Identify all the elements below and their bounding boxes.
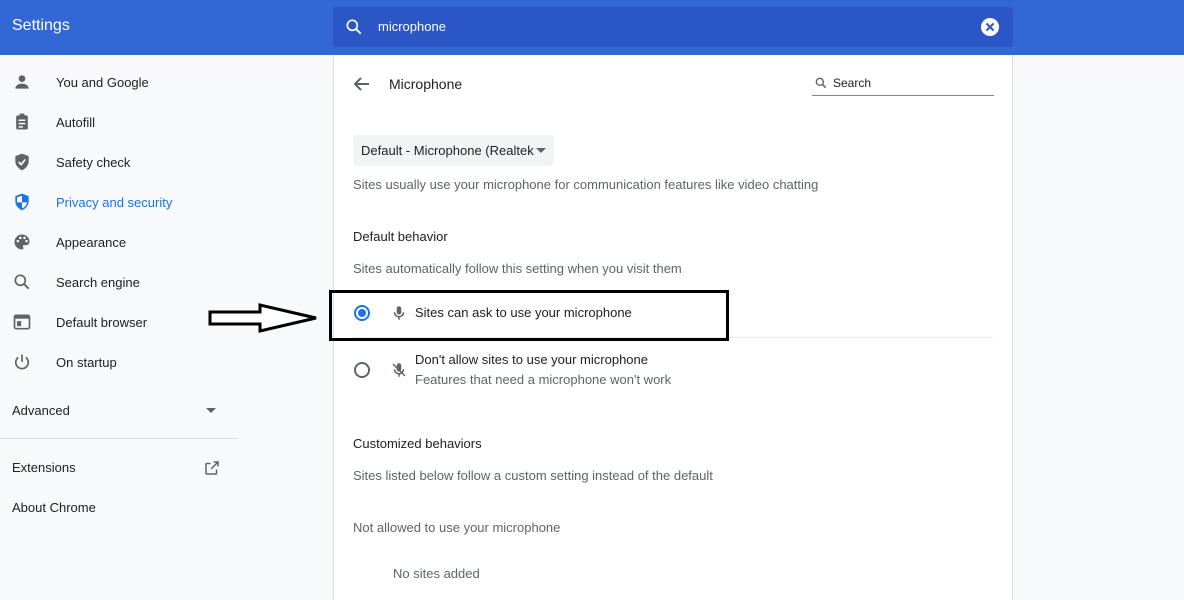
sidebar-item-label: Privacy and security (56, 195, 173, 210)
open-in-new-icon (205, 461, 219, 475)
clear-search-icon[interactable] (981, 18, 999, 36)
highlight-box (329, 290, 729, 341)
default-behavior-heading: Default behavior (353, 229, 448, 244)
shield-icon (15, 193, 29, 211)
search-icon (346, 19, 362, 35)
palette-icon (14, 234, 30, 250)
back-arrow-icon[interactable] (350, 72, 374, 96)
microphone-off-icon (392, 363, 406, 377)
sidebar-item-label: Appearance (56, 235, 127, 250)
advanced-section-toggle[interactable]: Advanced (0, 390, 238, 430)
app-title: Settings (12, 17, 70, 34)
default-behavior-subtitle: Sites automatically follow this setting … (353, 261, 682, 276)
customized-behaviors-heading: Customized behaviors (353, 436, 482, 451)
chevron-down-icon (536, 148, 546, 153)
block-option-label[interactable]: Don't allow sites to use your microphone (415, 352, 648, 367)
sidebar: You and Google Autofill Safety check Pri… (0, 55, 238, 600)
chevron-down-icon (206, 408, 216, 413)
no-sites-message: No sites added (393, 566, 480, 581)
subpage-search-field[interactable]: Search (812, 73, 994, 96)
page-title: Microphone (389, 76, 463, 92)
sidebar-item-autofill[interactable]: Autofill (0, 102, 238, 142)
sidebar-item-label: You and Google (56, 75, 149, 90)
advanced-label: Advanced (12, 403, 70, 418)
annotation-arrow-icon (208, 303, 317, 333)
search-icon (14, 274, 30, 290)
sidebar-item-search-engine[interactable]: Search engine (0, 262, 238, 302)
browser-icon (13, 314, 31, 330)
sidebar-item-label: Safety check (56, 155, 131, 170)
search-input[interactable]: microphone (378, 19, 446, 34)
subpage-search-placeholder: Search (833, 76, 872, 90)
microphone-description: Sites usually use your microphone for co… (353, 177, 819, 192)
sidebar-item-you-and-google[interactable]: You and Google (0, 62, 238, 102)
sidebar-item-on-startup[interactable]: On startup (0, 342, 238, 382)
sidebar-item-label: Default browser (56, 315, 148, 330)
search-icon (815, 77, 827, 89)
settings-search-box[interactable]: microphone (333, 7, 1013, 47)
shield-check-icon (15, 153, 29, 171)
sidebar-item-extensions[interactable]: Extensions (0, 447, 238, 487)
sidebar-divider (0, 438, 238, 439)
microphone-device-select[interactable]: Default - Microphone (Realtek (353, 135, 554, 166)
power-icon (14, 354, 30, 370)
sidebar-item-label: Autofill (56, 115, 96, 130)
sidebar-item-safety-check[interactable]: Safety check (0, 142, 238, 182)
person-icon (15, 75, 29, 89)
sidebar-item-label: Search engine (56, 275, 140, 290)
top-bar: Settings microphone (0, 0, 1184, 55)
customized-behaviors-subtitle: Sites listed below follow a custom setti… (353, 468, 713, 483)
sidebar-item-privacy-and-security[interactable]: Privacy and security (0, 182, 238, 222)
sidebar-item-label: About Chrome (12, 500, 96, 515)
sidebar-item-label: On startup (56, 355, 117, 370)
sidebar-item-appearance[interactable]: Appearance (0, 222, 238, 262)
clipboard-icon (16, 113, 28, 130)
not-allowed-heading: Not allowed to use your microphone (353, 520, 561, 535)
sidebar-item-default-browser[interactable]: Default browser (0, 302, 238, 342)
sidebar-item-label: Extensions (12, 460, 76, 475)
sidebar-item-about-chrome[interactable]: About Chrome (0, 487, 238, 527)
block-radio-button[interactable] (354, 362, 370, 378)
device-select-value: Default - Microphone (Realtek (361, 143, 534, 158)
block-option-sublabel: Features that need a microphone won't wo… (415, 372, 672, 387)
